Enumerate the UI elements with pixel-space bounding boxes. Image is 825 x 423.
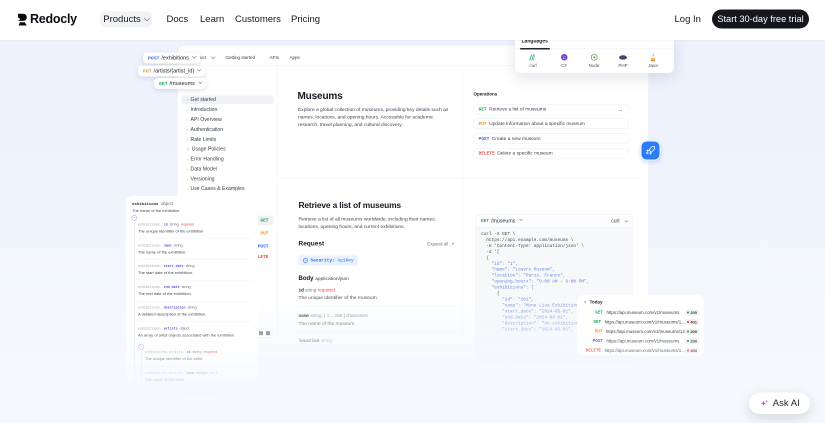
svg-text:C: C <box>563 55 566 60</box>
